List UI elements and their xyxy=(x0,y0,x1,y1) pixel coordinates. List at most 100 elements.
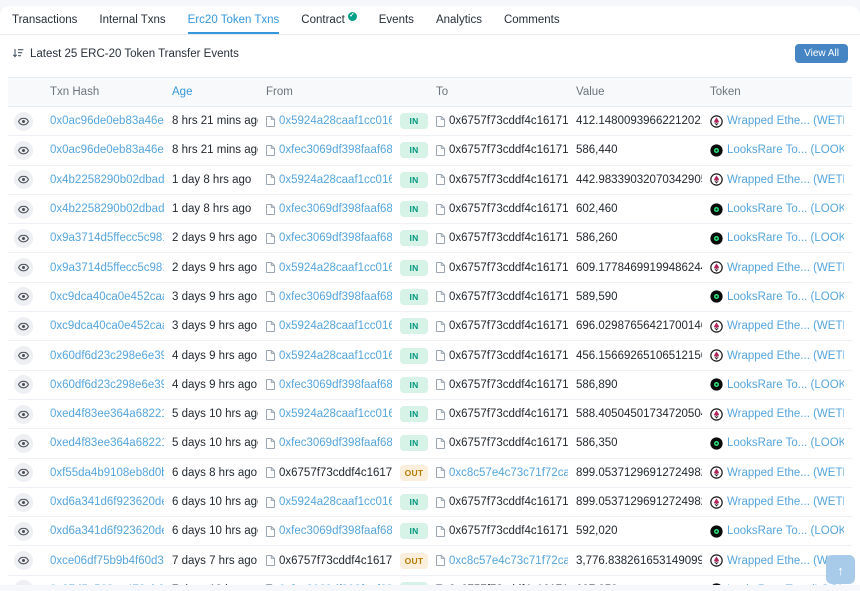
tx-details-eye-button[interactable] xyxy=(14,317,33,336)
tx-details-eye-button[interactable] xyxy=(14,493,33,512)
tx-details-eye-button[interactable] xyxy=(14,112,33,131)
txn-hash-link[interactable]: 0x60df6d23c298e6e39a... xyxy=(50,379,164,391)
tx-details-eye-button[interactable] xyxy=(14,551,33,570)
weth-token-icon xyxy=(710,115,723,128)
txn-hash-link[interactable]: 0xf55da4b9108eb8d0b2... xyxy=(50,467,164,479)
view-all-button[interactable]: View All xyxy=(795,44,848,63)
txn-hash-link[interactable]: 0x9a3714d5ffecc5c9812... xyxy=(50,262,164,274)
token-cell: LooksRare To... (LOOKS) xyxy=(710,144,852,157)
token-link[interactable]: LooksRare To... (LOOKS) xyxy=(727,144,844,156)
age-text: 1 day 8 hrs ago xyxy=(172,203,251,215)
token-link[interactable]: Wrapped Ethe... (WETH) xyxy=(727,467,844,479)
address-link[interactable]: 0x5924a28caaf1cc01661... xyxy=(279,115,392,127)
token-link[interactable]: Wrapped Ethe... (WETH) xyxy=(727,115,844,127)
age-text: 8 hrs 21 mins ago xyxy=(172,115,258,127)
tx-details-eye-button[interactable] xyxy=(14,229,33,248)
address-link[interactable]: 0xfec3069df398faaf689c... xyxy=(279,379,392,391)
direction-cell: IN xyxy=(400,377,436,393)
document-icon-wrap xyxy=(266,291,275,302)
token-link[interactable]: Wrapped Ethe... (WETH) xyxy=(727,408,844,420)
token-cell: Wrapped Ethe... (WETH) xyxy=(710,408,852,421)
address-link[interactable]: 0xfec3069df398faaf689c... xyxy=(279,437,392,449)
age-text: 8 hrs 21 mins ago xyxy=(172,144,258,156)
tx-details-eye-button[interactable] xyxy=(14,287,33,306)
direction-cell: IN xyxy=(400,230,436,246)
eye-icon xyxy=(18,322,29,331)
address-cell: 0x6757f73cddf4c161712... xyxy=(266,555,400,567)
eye-cell xyxy=(14,229,50,248)
txn-hash-link[interactable]: 0x60df6d23c298e6e39a... xyxy=(50,350,164,362)
scroll-to-top-button[interactable]: ↑ xyxy=(826,555,855,584)
txn-hash-link[interactable]: 0xd6a341d6f923620de8... xyxy=(50,525,164,537)
txn-hash-link[interactable]: 0x4b2258290b02dbad44... xyxy=(50,203,164,215)
tx-details-eye-button[interactable] xyxy=(14,463,33,482)
tab-erc20-token-txns[interactable]: Erc20 Token Txns xyxy=(188,6,280,34)
token-link[interactable]: LooksRare To... (LOOKS) xyxy=(727,525,844,537)
age-cell: 1 day 8 hrs ago xyxy=(172,174,266,186)
address-link[interactable]: 0x5924a28caaf1cc01661... xyxy=(279,174,392,186)
age-cell: 6 days 10 hrs ago xyxy=(172,496,266,508)
tab-internal-txns[interactable]: Internal Txns xyxy=(99,6,165,34)
document-icon-wrap xyxy=(436,262,445,273)
txn-hash-cell: 0x0ac96de0eb83a46efd... xyxy=(50,115,172,127)
txn-hash-link[interactable]: 0xc9dca40ca0e452caa8... xyxy=(50,320,164,332)
token-link[interactable]: LooksRare To... (LOOKS) xyxy=(727,291,844,303)
address-link[interactable]: 0xc8c57e4c73c71f72ca0... xyxy=(449,555,568,567)
tx-details-eye-button[interactable] xyxy=(14,200,33,219)
address-link[interactable]: 0xfec3069df398faaf689c... xyxy=(279,291,392,303)
address-link[interactable]: 0xfec3069df398faaf689c... xyxy=(279,144,392,156)
txn-hash-link[interactable]: 0x9a3714d5ffecc5c9812... xyxy=(50,232,164,244)
token-link[interactable]: Wrapped Ethe... (WETH) xyxy=(727,262,844,274)
token-link[interactable]: LooksRare To... (LOOKS) xyxy=(727,379,844,391)
tx-details-eye-button[interactable] xyxy=(14,434,33,453)
value-text: 456.156692651065121569 xyxy=(576,350,702,362)
address-link[interactable]: 0xfec3069df398faaf689c... xyxy=(279,232,392,244)
age-cell: 7 days 7 hrs ago xyxy=(172,555,266,567)
address-link[interactable]: 0x5924a28caaf1cc01661... xyxy=(279,496,392,508)
tx-details-eye-button[interactable] xyxy=(14,522,33,541)
tx-details-eye-button[interactable] xyxy=(14,346,33,365)
token-link[interactable]: Wrapped Ethe... (WETH) xyxy=(727,320,844,332)
txn-hash-link[interactable]: 0xc9dca40ca0e452caa8... xyxy=(50,291,164,303)
token-link[interactable]: Wrapped Ethe... (WETH) xyxy=(727,350,844,362)
address-cell: 0xfec3069df398faaf689c... xyxy=(266,203,400,215)
txn-hash-link[interactable]: 0x0ac96de0eb83a46efd... xyxy=(50,144,164,156)
token-link[interactable]: Wrapped Ethe... (WETH) xyxy=(727,174,844,186)
tab-analytics[interactable]: Analytics xyxy=(436,6,482,34)
txn-hash-link[interactable]: 0x0ac96de0eb83a46efd... xyxy=(50,115,164,127)
eye-icon xyxy=(18,117,29,126)
looks-token-icon xyxy=(710,290,723,303)
token-link[interactable]: LooksRare To... (LOOKS) xyxy=(727,437,844,449)
address-link[interactable]: 0x5924a28caaf1cc01661... xyxy=(279,408,392,420)
address-link[interactable]: 0xfec3069df398faaf689c... xyxy=(279,203,392,215)
tab-comments[interactable]: Comments xyxy=(504,6,560,34)
address-link[interactable]: 0xfec3069df398faaf689c... xyxy=(279,525,392,537)
token-link[interactable]: LooksRare To... (LOOKS) xyxy=(727,203,844,215)
txn-hash-link[interactable]: 0xed4f83ee364a682214... xyxy=(50,437,164,449)
direction-badge: IN xyxy=(400,201,428,217)
tab-transactions[interactable]: Transactions xyxy=(12,6,77,34)
direction-badge: IN xyxy=(400,406,428,422)
address-link[interactable]: 0xc8c57e4c73c71f72ca0... xyxy=(449,467,568,479)
token-link[interactable]: LooksRare To... (LOOKS) xyxy=(727,232,844,244)
tx-details-eye-button[interactable] xyxy=(14,405,33,424)
token-link[interactable]: Wrapped Ethe... (WETH) xyxy=(727,496,844,508)
document-icon-wrap xyxy=(436,497,445,508)
age-text: 6 days 8 hrs ago xyxy=(172,467,257,479)
txn-hash-link[interactable]: 0xce06df75b9b4f60d336... xyxy=(50,555,164,567)
tx-details-eye-button[interactable] xyxy=(14,375,33,394)
tab-contract[interactable]: Contract xyxy=(301,6,356,34)
eye-cell xyxy=(14,580,50,585)
tx-details-eye-button[interactable] xyxy=(14,258,33,277)
tx-details-eye-button[interactable] xyxy=(14,170,33,189)
txn-hash-link[interactable]: 0xed4f83ee364a682214... xyxy=(50,408,164,420)
address-link[interactable]: 0x5924a28caaf1cc01661... xyxy=(279,320,392,332)
age-sort-link[interactable]: Age xyxy=(172,86,192,98)
txn-hash-link[interactable]: 0xd6a341d6f923620de8... xyxy=(50,496,164,508)
address-link[interactable]: 0x5924a28caaf1cc01661... xyxy=(279,350,392,362)
txn-hash-link[interactable]: 0x4b2258290b02dbad44... xyxy=(50,174,164,186)
tx-details-eye-button[interactable] xyxy=(14,580,33,585)
tx-details-eye-button[interactable] xyxy=(14,141,33,160)
address-link[interactable]: 0x5924a28caaf1cc01661... xyxy=(279,262,392,274)
tab-events[interactable]: Events xyxy=(379,6,414,34)
